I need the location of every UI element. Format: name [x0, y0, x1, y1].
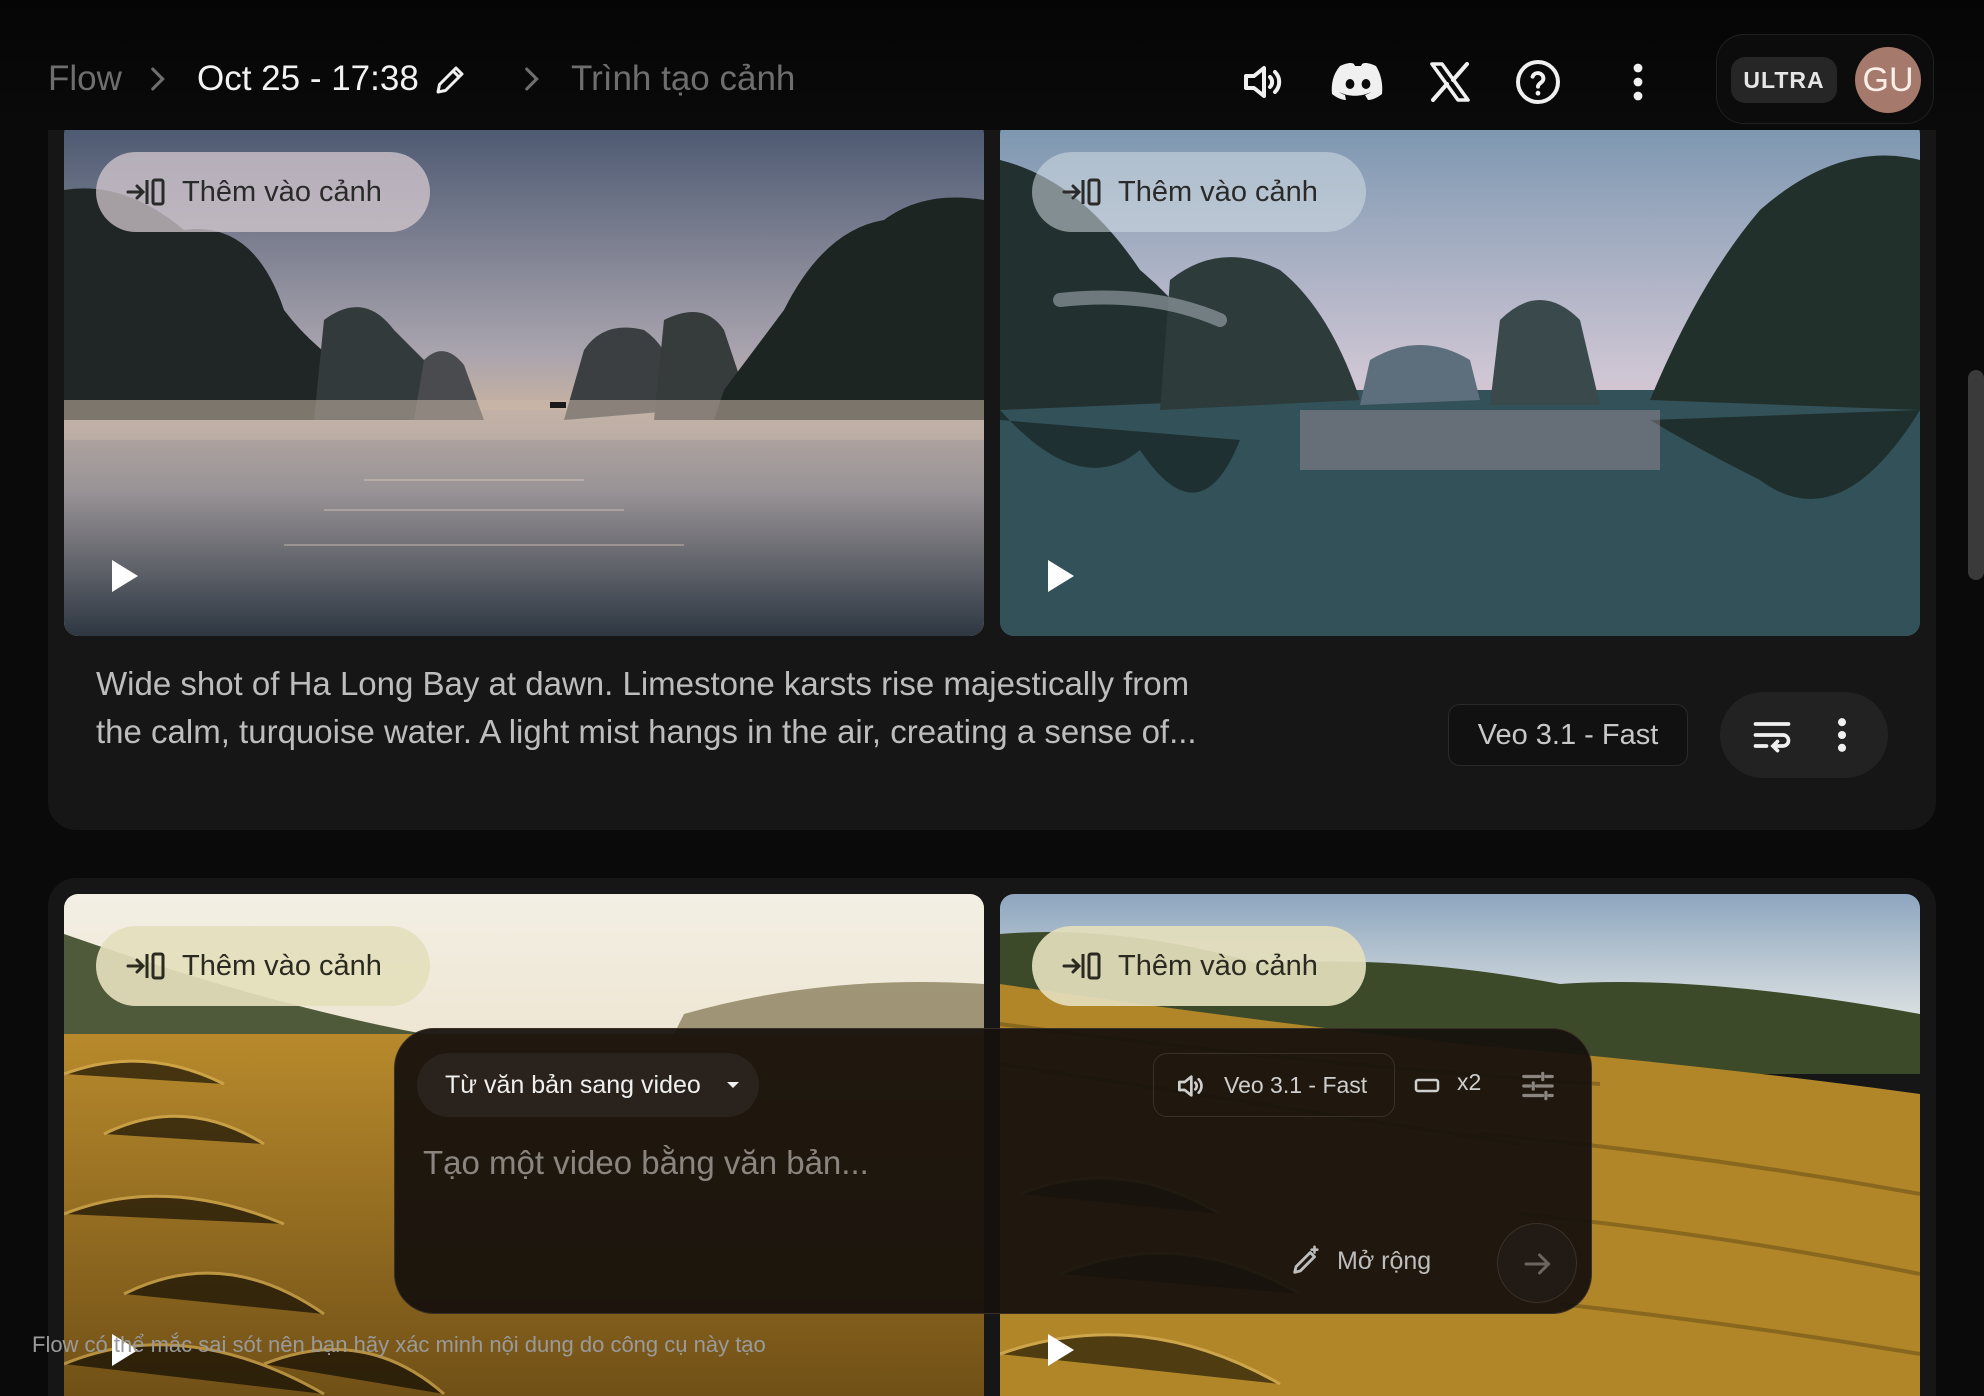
add-to-scene-icon: [126, 178, 165, 206]
mode-select-label: Từ văn bản sang video: [445, 1071, 701, 1099]
add-to-scene-icon: [126, 952, 165, 980]
expand-button[interactable]: Mở rộng: [1289, 1239, 1431, 1283]
x-logo-icon[interactable]: [1426, 58, 1474, 106]
send-button[interactable]: [1497, 1223, 1577, 1303]
play-icon[interactable]: [1040, 1330, 1080, 1370]
chevron-right-icon: [514, 62, 548, 96]
volume-icon[interactable]: [1238, 58, 1286, 106]
video-thumbnail[interactable]: Thêm vào cảnh: [1000, 120, 1920, 636]
model-settings-chip[interactable]: Veo 3.1 - Fast: [1153, 1053, 1395, 1117]
prompt-input[interactable]: [423, 1133, 1523, 1193]
edit-title-button[interactable]: [432, 62, 468, 98]
expand-label: Mở rộng: [1337, 1246, 1432, 1275]
video-thumbnail[interactable]: Thêm vào cảnh: [64, 120, 984, 636]
card-actions: [1720, 692, 1888, 778]
account-area: ULTRA GU: [1716, 34, 1934, 124]
pencil-icon: [436, 66, 464, 94]
magic-pencil-icon: [1293, 1245, 1319, 1274]
discord-icon[interactable]: [1330, 58, 1386, 106]
more-vert-icon[interactable]: [1820, 713, 1864, 757]
prompt-composer: Từ văn bản sang video Veo 3.1 - Fast x2 …: [394, 1028, 1592, 1314]
more-vert-icon[interactable]: [1614, 58, 1662, 106]
tune-icon[interactable]: [1519, 1067, 1557, 1105]
output-count[interactable]: x2: [1457, 1069, 1481, 1096]
scene-card: Thêm vào cảnh Thêm vào cảnh Wide shot of…: [48, 90, 1936, 830]
arrow-right-icon: [1524, 1253, 1551, 1275]
avatar[interactable]: GU: [1855, 47, 1921, 113]
composer-model-label: Veo 3.1 - Fast: [1224, 1072, 1368, 1098]
project-title[interactable]: Oct 25 - 17:38: [197, 54, 419, 104]
aspect-ratio-icon[interactable]: [1413, 1073, 1441, 1097]
chevron-right-icon: [140, 62, 174, 96]
caret-down-icon: [727, 1082, 739, 1088]
scrollbar-thumb[interactable]: [1968, 370, 1984, 580]
add-to-scene-label: Thêm vào cảnh: [182, 175, 382, 208]
plan-badge[interactable]: ULTRA: [1731, 57, 1837, 103]
play-icon[interactable]: [1040, 556, 1080, 596]
add-to-scene-icon: [1062, 952, 1101, 980]
add-to-scene-button[interactable]: Thêm vào cảnh: [96, 926, 430, 1006]
add-to-scene-label: Thêm vào cảnh: [1118, 949, 1318, 982]
add-to-scene-label: Thêm vào cảnh: [182, 949, 382, 982]
mode-select[interactable]: Từ văn bản sang video: [417, 1053, 759, 1117]
add-to-scene-icon: [1062, 178, 1101, 206]
add-to-scene-label: Thêm vào cảnh: [1118, 175, 1318, 208]
disclaimer-text: Flow có thể mắc sai sót nên bạn hãy xác …: [32, 1332, 766, 1357]
reuse-prompt-icon[interactable]: [1750, 713, 1794, 757]
top-bar: Flow Oct 25 - 17:38 Trình tạo cảnh ULTRA…: [0, 0, 1984, 130]
prompt-text: Wide shot of Ha Long Bay at dawn. Limest…: [96, 665, 1197, 750]
add-to-scene-button[interactable]: Thêm vào cảnh: [1032, 926, 1366, 1006]
breadcrumb-current-page: Trình tạo cảnh: [571, 59, 796, 98]
play-icon[interactable]: [104, 556, 144, 596]
add-to-scene-button[interactable]: Thêm vào cảnh: [96, 152, 430, 232]
model-chip[interactable]: Veo 3.1 - Fast: [1448, 704, 1688, 766]
add-to-scene-button[interactable]: Thêm vào cảnh: [1032, 152, 1366, 232]
breadcrumb-flow[interactable]: Flow: [48, 54, 122, 104]
volume-icon: [1178, 1075, 1203, 1097]
help-icon[interactable]: [1514, 58, 1562, 106]
